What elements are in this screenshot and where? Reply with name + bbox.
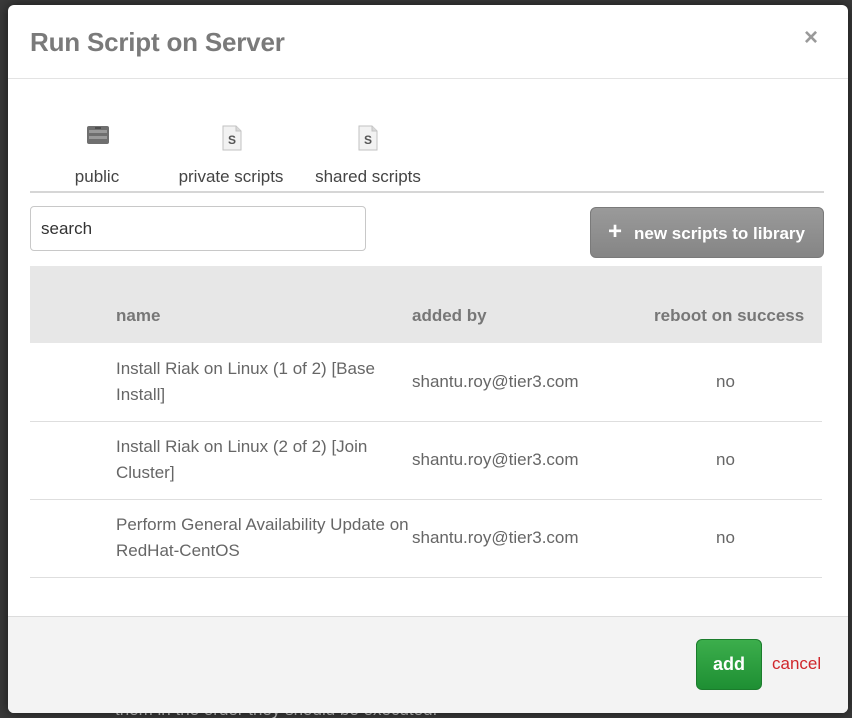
new-scripts-to-library-button[interactable]: + new scripts to library <box>590 207 824 258</box>
add-button[interactable]: add <box>696 639 762 690</box>
tab-public[interactable]: public <box>60 117 134 191</box>
script-file-icon: S <box>222 125 242 156</box>
script-reboot-on-success: no <box>654 499 822 578</box>
tab-private-scripts-label: private scripts <box>178 167 284 186</box>
table-row[interactable]: Perform General Availability Update on R… <box>30 499 822 578</box>
script-file-icon: S <box>358 125 378 156</box>
script-name: Install Riak on Linux (2 of 2) [Join Clu… <box>116 421 412 500</box>
header-reboot-on-success[interactable]: reboot on success <box>654 266 822 343</box>
header-name[interactable]: name <box>116 266 412 343</box>
table-row[interactable]: Install Riak on Linux (1 of 2) [Base Ins… <box>30 343 822 422</box>
row-select-cell[interactable] <box>30 499 116 578</box>
run-script-dialog: Run Script on Server × public S private … <box>8 5 848 713</box>
scripts-table: name added by reboot on success Install … <box>30 266 822 578</box>
script-name: Install Riak on Linux (1 of 2) [Base Ins… <box>116 343 412 422</box>
row-select-cell[interactable] <box>30 343 116 422</box>
dialog-footer: add cancel <box>8 616 848 713</box>
script-reboot-on-success: no <box>654 421 822 500</box>
svg-text:S: S <box>364 133 372 147</box>
script-added-by: shantu.roy@tier3.com <box>412 499 654 578</box>
dialog-header: Run Script on Server × <box>8 5 848 79</box>
tab-private-scripts[interactable]: S private scripts <box>170 117 292 191</box>
plus-icon: + <box>608 218 623 245</box>
header-added-by[interactable]: added by <box>412 266 654 343</box>
table-row[interactable]: Install Riak on Linux (2 of 2) [Join Clu… <box>30 421 822 500</box>
row-select-cell[interactable] <box>30 421 116 500</box>
tab-shared-scripts[interactable]: S shared scripts <box>308 117 428 191</box>
header-select-column <box>30 266 116 343</box>
table-header-row: name added by reboot on success <box>30 266 822 343</box>
cancel-link[interactable]: cancel <box>772 654 821 674</box>
script-source-tabs: public S private scripts S shared script <box>30 117 824 193</box>
script-name: Perform General Availability Update on R… <box>116 499 412 578</box>
script-reboot-on-success: no <box>654 343 822 422</box>
new-scripts-button-label: new scripts to library <box>634 224 805 243</box>
server-icon <box>86 125 110 150</box>
tab-public-label: public <box>74 167 120 186</box>
script-added-by: shantu.roy@tier3.com <box>412 421 654 500</box>
script-added-by: shantu.roy@tier3.com <box>412 343 654 422</box>
dialog-title: Run Script on Server <box>30 27 285 57</box>
svg-text:S: S <box>228 133 236 147</box>
tab-shared-scripts-label: shared scripts <box>315 167 421 186</box>
search-input[interactable] <box>30 206 366 251</box>
close-icon[interactable]: × <box>800 26 822 50</box>
